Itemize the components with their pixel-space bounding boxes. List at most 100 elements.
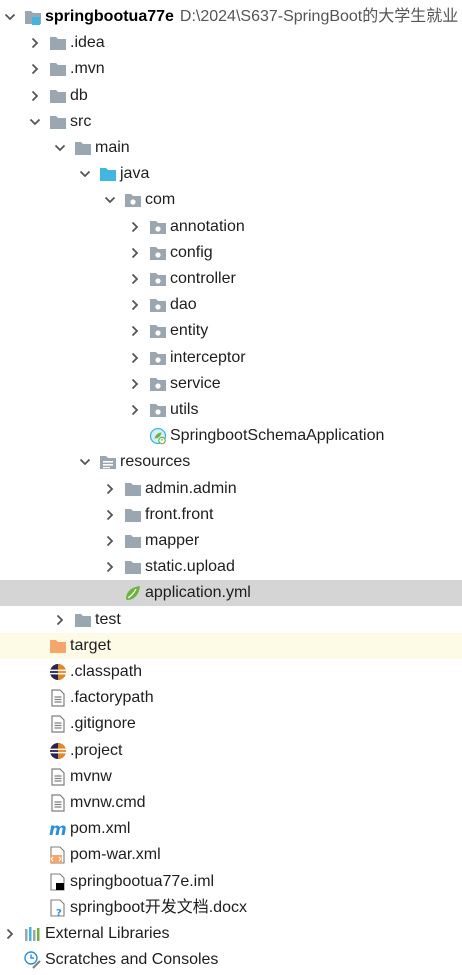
- chevron-down-icon[interactable]: [2, 9, 18, 25]
- tree-row[interactable]: mvnw.cmd: [0, 790, 462, 816]
- tree-row[interactable]: src: [0, 109, 462, 135]
- libraries-icon: [24, 925, 42, 943]
- tree-row[interactable]: service: [0, 371, 462, 397]
- tree-item-label: db: [70, 86, 88, 104]
- chevron-right-icon[interactable]: [2, 926, 18, 942]
- spring-boot-class-icon: [149, 427, 167, 445]
- chevron-down-icon[interactable]: [77, 166, 93, 182]
- text-file-icon: [49, 768, 67, 786]
- tree-row[interactable]: mvnw: [0, 764, 462, 790]
- tree-row[interactable]: admin.admin: [0, 476, 462, 502]
- tree-item-label: static.upload: [145, 558, 235, 576]
- tree-item-label: src: [70, 112, 92, 130]
- tree-row[interactable]: target: [0, 632, 462, 659]
- tree-row[interactable]: .classpath: [0, 659, 462, 685]
- tree-item-label: com: [145, 191, 176, 209]
- eclipse-icon: [49, 663, 67, 681]
- tree-item-label: pom-war.xml: [70, 846, 161, 864]
- text-file-icon: [49, 794, 67, 812]
- chevron-right-icon[interactable]: [127, 323, 143, 339]
- xml-file-icon: [49, 846, 67, 864]
- module-folder-icon: [24, 8, 42, 26]
- tree-row[interactable]: controller: [0, 266, 462, 292]
- tree-item-label: springbootua77e.iml: [70, 872, 215, 890]
- tree-item-label: .idea: [70, 34, 105, 52]
- chevron-right-icon[interactable]: [127, 245, 143, 261]
- folder-icon: [49, 113, 67, 131]
- tree-row[interactable]: application.yml: [0, 580, 462, 607]
- tree-row[interactable]: resources: [0, 449, 462, 475]
- chevron-down-icon[interactable]: [102, 192, 118, 208]
- tree-row[interactable]: db: [0, 83, 462, 109]
- iml-file-icon: [49, 873, 67, 891]
- tree-row[interactable]: m pom.xml: [0, 816, 462, 842]
- folder-icon: [74, 139, 92, 157]
- chevron-right-icon[interactable]: [102, 481, 118, 497]
- tree-row[interactable]: annotation: [0, 214, 462, 240]
- maven-icon: m: [49, 820, 67, 838]
- tree-row[interactable]: SpringbootSchemaApplication: [0, 423, 462, 449]
- tree-row[interactable]: .factorypath: [0, 685, 462, 711]
- tree-item-label: test: [95, 610, 121, 628]
- tree-row[interactable]: com: [0, 187, 462, 213]
- tree-row[interactable]: springbootua77e.iml: [0, 869, 462, 895]
- tree-item-label: dao: [170, 296, 197, 314]
- chevron-down-icon[interactable]: [27, 114, 43, 130]
- tree-row[interactable]: mapper: [0, 528, 462, 554]
- chevron-down-icon[interactable]: [77, 454, 93, 470]
- chevron-right-icon[interactable]: [27, 35, 43, 51]
- chevron-right-icon[interactable]: [102, 559, 118, 575]
- chevron-right-icon[interactable]: [127, 350, 143, 366]
- tree-item-label: External Libraries: [45, 925, 170, 942]
- project-path: D:\2024\S637-SpringBoot的大学生就业: [179, 8, 459, 25]
- tree-item-label: .gitignore: [70, 715, 136, 733]
- chevron-right-icon[interactable]: [27, 88, 43, 104]
- chevron-right-icon[interactable]: [127, 402, 143, 418]
- chevron-right-icon[interactable]: [27, 61, 43, 77]
- package-icon: [149, 270, 167, 288]
- tree-row[interactable]: dao: [0, 292, 462, 318]
- unknown-file-icon: ?: [49, 899, 67, 917]
- tree-row[interactable]: entity: [0, 318, 462, 344]
- package-icon: [124, 191, 142, 209]
- chevron-right-icon[interactable]: [52, 612, 68, 628]
- tree-row[interactable]: utils: [0, 397, 462, 423]
- tree-row[interactable]: Scratches and Consoles: [0, 947, 462, 973]
- chevron-right-icon[interactable]: [102, 533, 118, 549]
- tree-row[interactable]: test: [0, 607, 462, 633]
- tree-item-label: java: [120, 165, 150, 183]
- chevron-right-icon[interactable]: [127, 219, 143, 235]
- tree-row[interactable]: main: [0, 135, 462, 161]
- package-icon: [149, 375, 167, 393]
- tree-row[interactable]: .idea: [0, 30, 462, 56]
- scratches-icon: [24, 951, 42, 969]
- folder-icon: [124, 480, 142, 498]
- package-icon: [149, 218, 167, 236]
- tree-row[interactable]: interceptor: [0, 345, 462, 371]
- package-icon: [149, 349, 167, 367]
- tree-item-label: mvnw: [70, 767, 112, 785]
- tree-item-label: mvnw.cmd: [70, 794, 146, 811]
- tree-row[interactable]: java: [0, 161, 462, 187]
- chevron-right-icon[interactable]: [127, 297, 143, 313]
- tree-row[interactable]: static.upload: [0, 554, 462, 580]
- tree-row[interactable]: pom-war.xml: [0, 842, 462, 868]
- tree-item-label: .factorypath: [70, 689, 154, 707]
- tree-row[interactable]: .gitignore: [0, 711, 462, 737]
- tree-item-label: pom.xml: [70, 820, 131, 838]
- chevron-down-icon[interactable]: [52, 140, 68, 156]
- tree-row[interactable]: ? springboot开发文档.docx: [0, 895, 462, 921]
- tree-row[interactable]: .project: [0, 738, 462, 764]
- project-name: springbootua77e: [45, 8, 174, 25]
- tree-row[interactable]: config: [0, 240, 462, 266]
- tree-row[interactable]: front.front: [0, 502, 462, 528]
- tree-row[interactable]: External Libraries: [0, 921, 462, 947]
- package-icon: [149, 401, 167, 419]
- tree-item-label: front.front: [145, 505, 214, 523]
- tree-row[interactable]: springbootua77e D:\2024\S637-SpringBoot的大…: [0, 4, 462, 30]
- chevron-right-icon[interactable]: [127, 376, 143, 392]
- chevron-right-icon[interactable]: [102, 507, 118, 523]
- tree-row[interactable]: .mvn: [0, 56, 462, 82]
- chevron-right-icon[interactable]: [127, 271, 143, 287]
- tree-item-label: .mvn: [70, 60, 105, 78]
